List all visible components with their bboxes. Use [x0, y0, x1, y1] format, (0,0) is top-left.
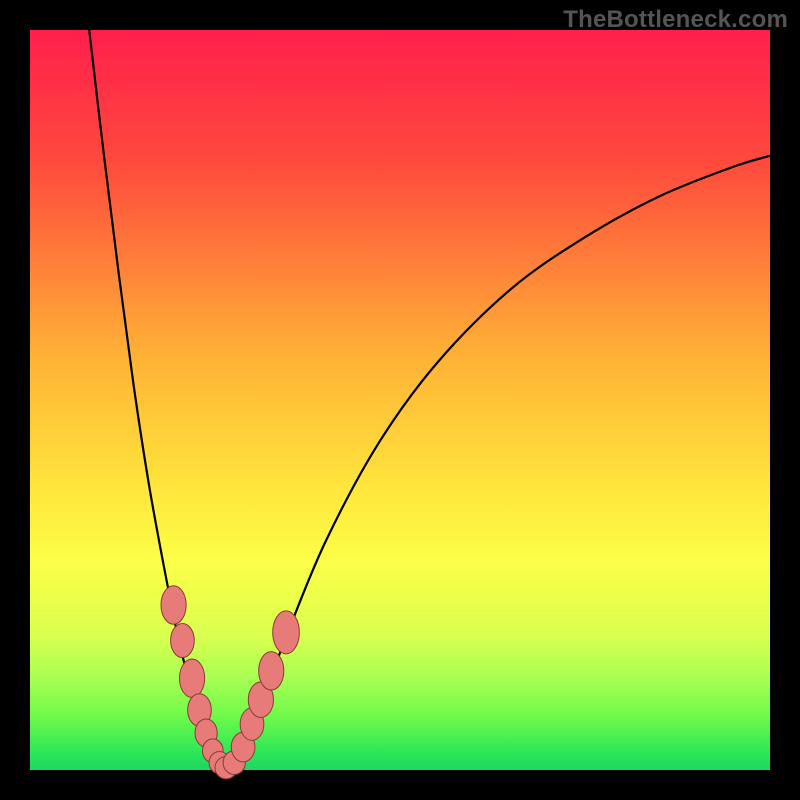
curve-layer [30, 30, 770, 770]
data-marker [171, 623, 195, 657]
curve-left [89, 30, 221, 768]
marker-group [161, 586, 299, 779]
data-marker [273, 611, 300, 654]
watermark-text: TheBottleneck.com [563, 6, 788, 34]
plot-area [30, 30, 770, 770]
data-marker [161, 586, 186, 624]
data-marker [259, 652, 284, 690]
data-marker [179, 659, 204, 697]
curve-right [231, 156, 770, 768]
chart-frame: TheBottleneck.com [0, 0, 800, 800]
